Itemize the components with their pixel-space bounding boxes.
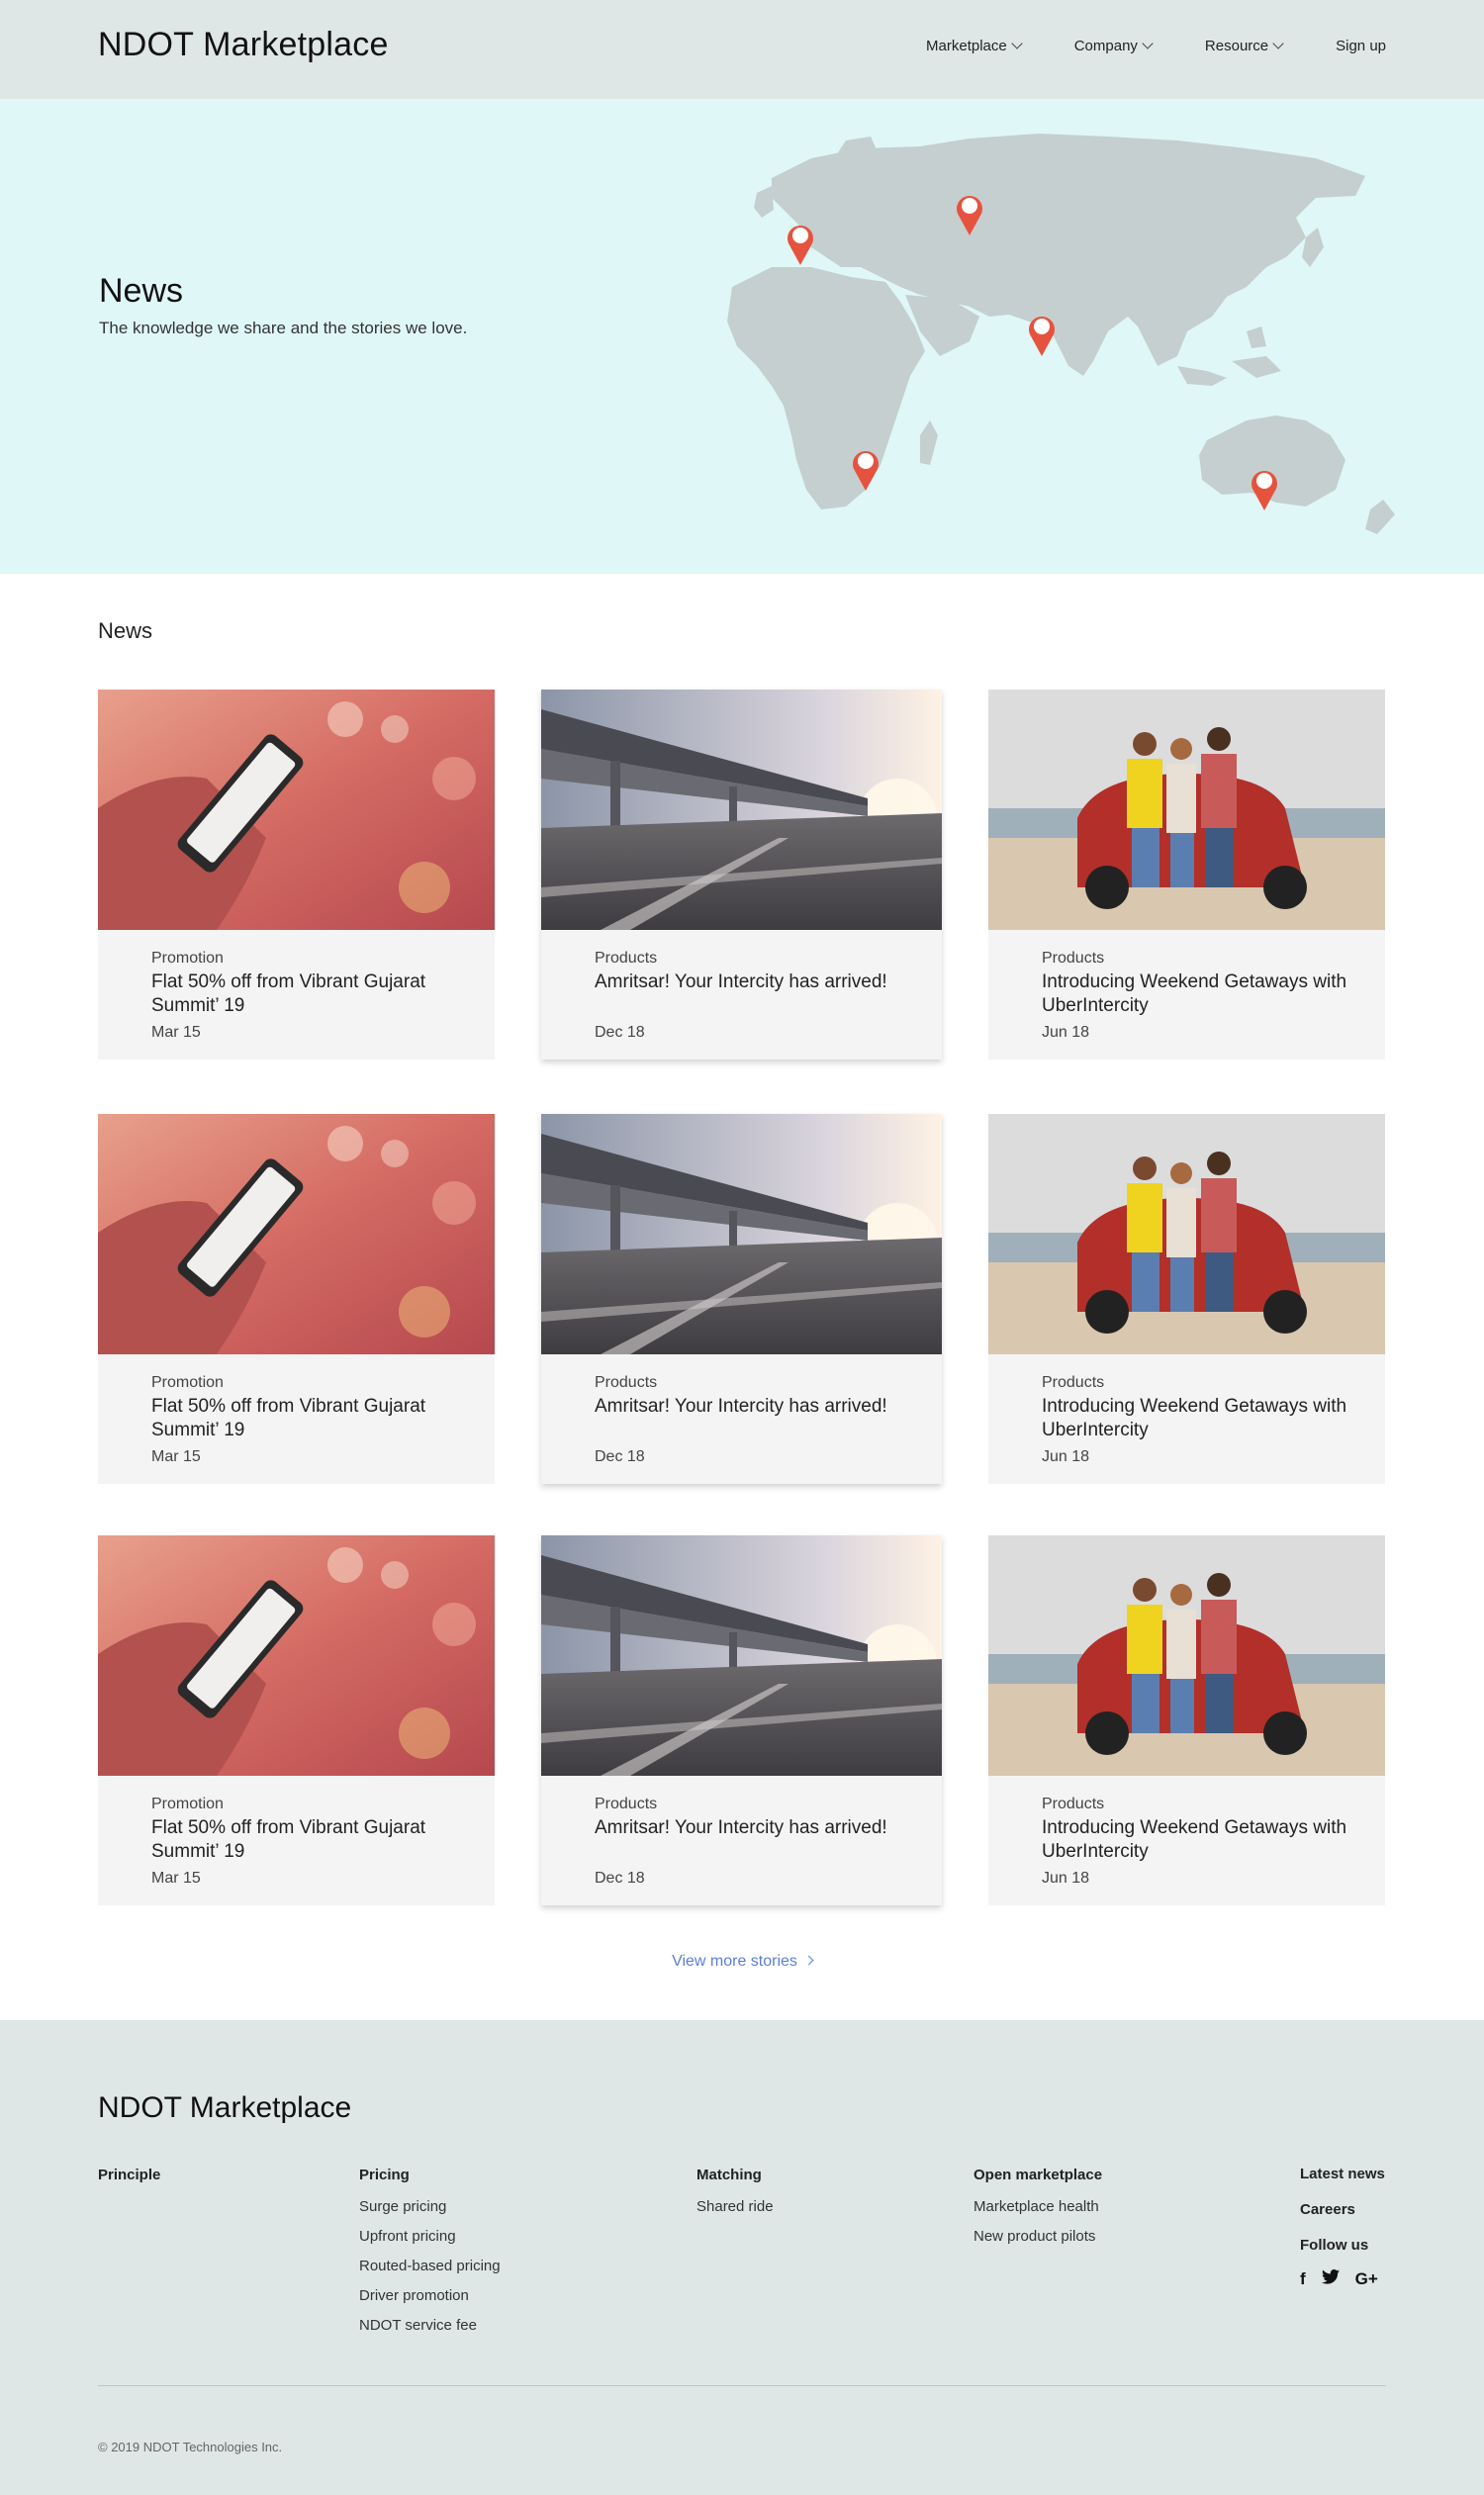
footer-latest-news-link[interactable]: Latest news: [1300, 2167, 1385, 2182]
footer-col-pricing: Pricing Surge pricing Upfront pricing Ro…: [359, 2167, 501, 2348]
footer-col-matching: Matching Shared ride: [696, 2167, 774, 2229]
chevron-right-icon: [803, 1955, 814, 1966]
friends-car-beach-photo[interactable]: [988, 1114, 1385, 1354]
view-more-stories-link[interactable]: View more stories: [0, 1953, 1484, 1971]
hero-subtitle: The knowledge we share and the stories w…: [99, 319, 468, 337]
footer-logo[interactable]: NDOT Marketplace: [98, 2091, 351, 2125]
news-card-category: Products: [1042, 950, 1105, 967]
news-section-title: News: [98, 618, 153, 643]
phone-hand-photo[interactable]: [98, 1535, 495, 1776]
news-card[interactable]: Products Introducing Weekend Getaways wit…: [988, 1535, 1385, 1905]
nav-marketplace[interactable]: Marketplace: [926, 38, 1023, 54]
footer-link[interactable]: NDOT service fee: [359, 2318, 501, 2334]
footer-heading[interactable]: Pricing: [359, 2167, 501, 2183]
social-links: f G+: [1300, 2269, 1385, 2289]
footer-link[interactable]: Surge pricing: [359, 2199, 501, 2215]
news-card-category: Products: [1042, 1374, 1105, 1391]
news-card[interactable]: Products Amritsar! Your Intercity has arr…: [541, 1535, 942, 1905]
footer-link[interactable]: Routed-based pricing: [359, 2259, 501, 2274]
twitter-icon[interactable]: [1321, 2269, 1340, 2289]
footer-col-open-marketplace: Open marketplace Marketplace health New …: [974, 2167, 1102, 2259]
highway-bridge-photo[interactable]: [541, 690, 942, 930]
news-card-title[interactable]: Amritsar! Your Intercity has arrived!: [595, 1816, 901, 1840]
footer-heading[interactable]: Open marketplace: [974, 2167, 1102, 2183]
chevron-down-icon: [1011, 38, 1023, 49]
news-card[interactable]: Products Amritsar! Your Intercity has arr…: [541, 690, 942, 1060]
footer-heading[interactable]: Principle: [98, 2167, 160, 2183]
nav-sign-up[interactable]: Sign up: [1336, 38, 1386, 54]
footer-link[interactable]: Shared ride: [696, 2199, 774, 2215]
news-card-category: Promotion: [151, 1374, 224, 1391]
news-card[interactable]: Products Introducing Weekend Getaways wit…: [988, 1114, 1385, 1484]
phone-hand-photo[interactable]: [98, 690, 495, 930]
site-header: NDOT Marketplace Marketplace Company Res…: [0, 0, 1484, 99]
hero-title: News: [99, 272, 184, 310]
news-card[interactable]: Promotion Flat 50% off from Vibrant Gujar…: [98, 1114, 495, 1484]
news-card-title[interactable]: Introducing Weekend Getaways with UberIn…: [1042, 970, 1348, 1018]
news-card-title[interactable]: Flat 50% off from Vibrant Gujarat Summit…: [151, 1816, 458, 1864]
footer-heading[interactable]: Matching: [696, 2167, 774, 2183]
highway-bridge-photo[interactable]: [541, 1535, 942, 1776]
footer-link[interactable]: New product pilots: [974, 2229, 1102, 2245]
copyright-text: © 2019 NDOT Technologies Inc.: [98, 2440, 283, 2454]
news-card-category: Products: [595, 950, 658, 967]
footer-link[interactable]: Upfront pricing: [359, 2229, 501, 2245]
news-card-date: Mar 15: [151, 1024, 201, 1041]
news-card-title[interactable]: Flat 50% off from Vibrant Gujarat Summit…: [151, 970, 458, 1018]
footer-right-links: Latest news Careers Follow us f G+: [1300, 2167, 1385, 2289]
site-footer: NDOT Marketplace Principle Pricing Surge…: [0, 2020, 1484, 2495]
nav-resource[interactable]: Resource: [1205, 38, 1284, 54]
news-card-date: Dec 18: [595, 1448, 645, 1465]
footer-follow-us-label: Follow us: [1300, 2237, 1369, 2254]
news-card-category: Products: [1042, 1796, 1105, 1812]
news-card-title[interactable]: Amritsar! Your Intercity has arrived!: [595, 970, 901, 994]
news-card[interactable]: Promotion Flat 50% off from Vibrant Gujar…: [98, 1535, 495, 1905]
news-card-title[interactable]: Introducing Weekend Getaways with UberIn…: [1042, 1395, 1348, 1442]
news-card-date: Mar 15: [151, 1448, 201, 1465]
world-map-illustration: [727, 134, 1395, 534]
news-card-title[interactable]: Flat 50% off from Vibrant Gujarat Summit…: [151, 1395, 458, 1442]
google-plus-icon[interactable]: G+: [1355, 2269, 1378, 2289]
news-card-date: Dec 18: [595, 1024, 645, 1041]
phone-hand-photo[interactable]: [98, 1114, 495, 1354]
news-card-date: Jun 18: [1042, 1024, 1090, 1041]
highway-bridge-photo[interactable]: [541, 1114, 942, 1354]
news-card-date: Dec 18: [595, 1870, 645, 1887]
news-card-category: Promotion: [151, 950, 224, 967]
footer-careers-link[interactable]: Careers: [1300, 2202, 1385, 2218]
friends-car-beach-photo[interactable]: [988, 690, 1385, 930]
chevron-down-icon: [1142, 38, 1154, 49]
footer-col-principle: Principle: [98, 2167, 160, 2199]
site-logo[interactable]: NDOT Marketplace: [98, 26, 389, 64]
news-card-category: Promotion: [151, 1796, 224, 1812]
footer-link[interactable]: Marketplace health: [974, 2199, 1102, 2215]
hero-banner: News The knowledge we share and the stor…: [0, 99, 1484, 574]
news-card-title[interactable]: Amritsar! Your Intercity has arrived!: [595, 1395, 901, 1419]
news-card-date: Mar 15: [151, 1870, 201, 1887]
chevron-down-icon: [1272, 38, 1284, 49]
friends-car-beach-photo[interactable]: [988, 1535, 1385, 1776]
main-nav: Marketplace Company Resource Sign up: [926, 38, 1386, 54]
facebook-icon[interactable]: f: [1300, 2269, 1306, 2289]
news-card-category: Products: [595, 1796, 658, 1812]
news-card[interactable]: Products Amritsar! Your Intercity has arr…: [541, 1114, 942, 1484]
news-card[interactable]: Promotion Flat 50% off from Vibrant Gujar…: [98, 690, 495, 1060]
footer-link[interactable]: Driver promotion: [359, 2288, 501, 2304]
nav-company[interactable]: Company: [1074, 38, 1154, 54]
news-card-title[interactable]: Introducing Weekend Getaways with UberIn…: [1042, 1816, 1348, 1864]
news-card-date: Jun 18: [1042, 1870, 1090, 1887]
news-card[interactable]: Products Introducing Weekend Getaways wit…: [988, 690, 1385, 1060]
footer-divider: [98, 2385, 1386, 2386]
news-card-category: Products: [595, 1374, 658, 1391]
news-card-date: Jun 18: [1042, 1448, 1090, 1465]
